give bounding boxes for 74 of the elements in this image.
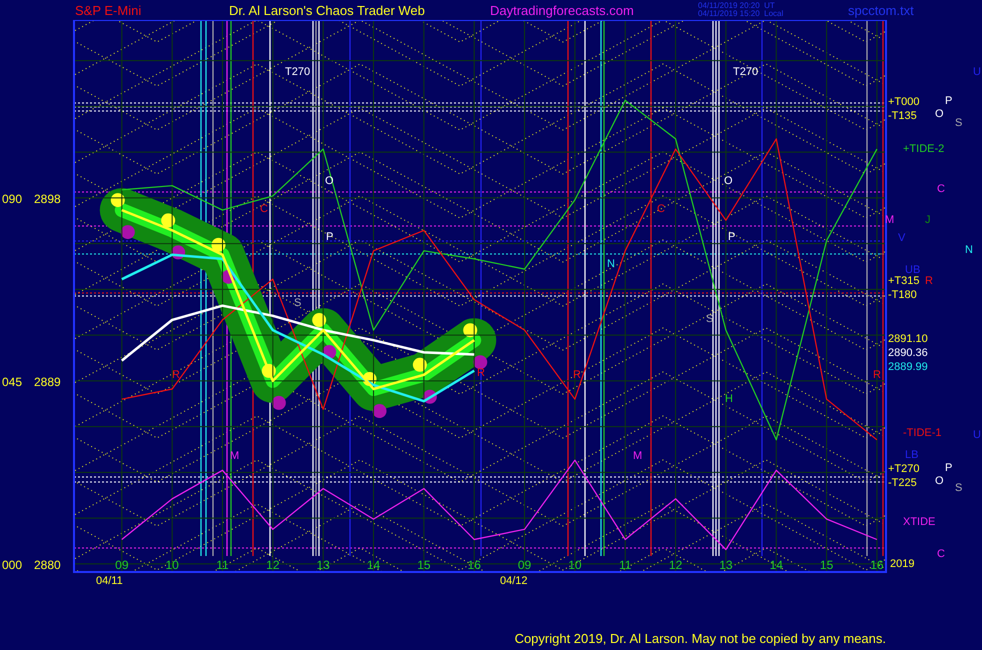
timestamp: 04/11/2019 15:20 Local (698, 10, 784, 18)
x-tick-label: 13 (719, 558, 733, 572)
chart-label: +T000 (888, 96, 920, 108)
chart-label: 2019 (890, 558, 914, 570)
chart-label: R (925, 275, 933, 287)
x-tick-label: 14 (366, 558, 380, 572)
chart-label: C (657, 203, 665, 215)
chart-label: O (935, 108, 944, 120)
x-tick-label: 16 (870, 558, 884, 572)
chart-label: -T135 (888, 110, 917, 122)
x-tick-label: 11 (216, 558, 229, 572)
chart-label: U (973, 66, 981, 78)
chart-label: V (898, 232, 906, 244)
chart-label: C (937, 183, 945, 195)
scale-label: 000 (2, 558, 22, 572)
x-tick-label: 12 (668, 558, 682, 572)
chart-label: +T315 (888, 275, 920, 287)
site-title: Dr. Al Larson's Chaos Trader Web (229, 2, 426, 18)
chart-label: LB (905, 449, 918, 461)
site-url: Daytradingforecasts.com (490, 2, 635, 18)
chart-label: C (260, 203, 268, 215)
x-tick-label: 11 (619, 558, 632, 572)
chart-label: 04/11 (96, 575, 123, 587)
chart-label: O (935, 475, 944, 487)
chart-label: 2889.99 (888, 361, 928, 373)
file-name: spcctom.txt (848, 2, 915, 18)
chart-label: 04/12 (500, 575, 528, 587)
chart-label: S (955, 117, 962, 129)
scale-label: 045 (2, 374, 22, 389)
chart-label: S (294, 297, 302, 309)
chart-label: UB (905, 264, 920, 276)
chart-label: 2890.36 (888, 347, 928, 359)
x-tick-label: 09 (115, 558, 128, 572)
chart-label: -T225 (888, 477, 917, 489)
chart-label: T270 (733, 66, 758, 78)
chart-label: +T270 (888, 463, 920, 475)
y-tick-label: 2898 (34, 192, 61, 206)
x-tick-label: 12 (266, 558, 280, 572)
chart-label: -T180 (888, 289, 917, 301)
chart-label: S (955, 482, 962, 494)
chart-label: T270 (285, 66, 310, 78)
chart-label: R (573, 369, 581, 381)
chart-label: P (326, 231, 334, 243)
chart-label: R (172, 369, 180, 381)
x-tick-label: 10 (568, 558, 582, 572)
chart-label: P (728, 231, 736, 243)
chart-label: M (633, 450, 642, 462)
chart-label: 2891.10 (888, 333, 928, 345)
x-tick-label: 15 (820, 558, 834, 572)
y-tick-label: 2889 (34, 374, 61, 389)
chart-label: N (965, 244, 973, 256)
series-name-label: -TIDE-1 (903, 427, 942, 439)
series-name-label: XTIDE (903, 516, 936, 528)
x-tick-label: 14 (770, 558, 783, 572)
chart-label: O (724, 175, 733, 187)
chart-label: R (873, 369, 881, 381)
scale-label: 090 (2, 192, 22, 206)
chart-label: P (945, 462, 952, 474)
x-tick-label: 15 (417, 558, 431, 572)
chart-label: J (925, 214, 930, 226)
x-tick-label: 10 (165, 558, 179, 572)
x-tick-label: 13 (316, 558, 330, 572)
x-tick-label: 09 (518, 558, 532, 572)
chart-label: P (945, 95, 952, 107)
chart-label: H (725, 393, 733, 405)
copyright-text: Copyright 2019, Dr. Al Larson. May not be copied by any means. (514, 632, 886, 646)
chart-label: C (937, 548, 945, 560)
series-name-label: +TIDE-2 (903, 143, 944, 155)
symbol-label: S&P E-Mini (75, 2, 142, 18)
y-tick-label: 2880 (34, 558, 61, 572)
chart-label: N (607, 258, 615, 270)
timestamp: 04/11/2019 20:20 UT (698, 2, 776, 10)
chart-label: U (973, 429, 981, 441)
x-tick-label: 16 (468, 558, 481, 572)
